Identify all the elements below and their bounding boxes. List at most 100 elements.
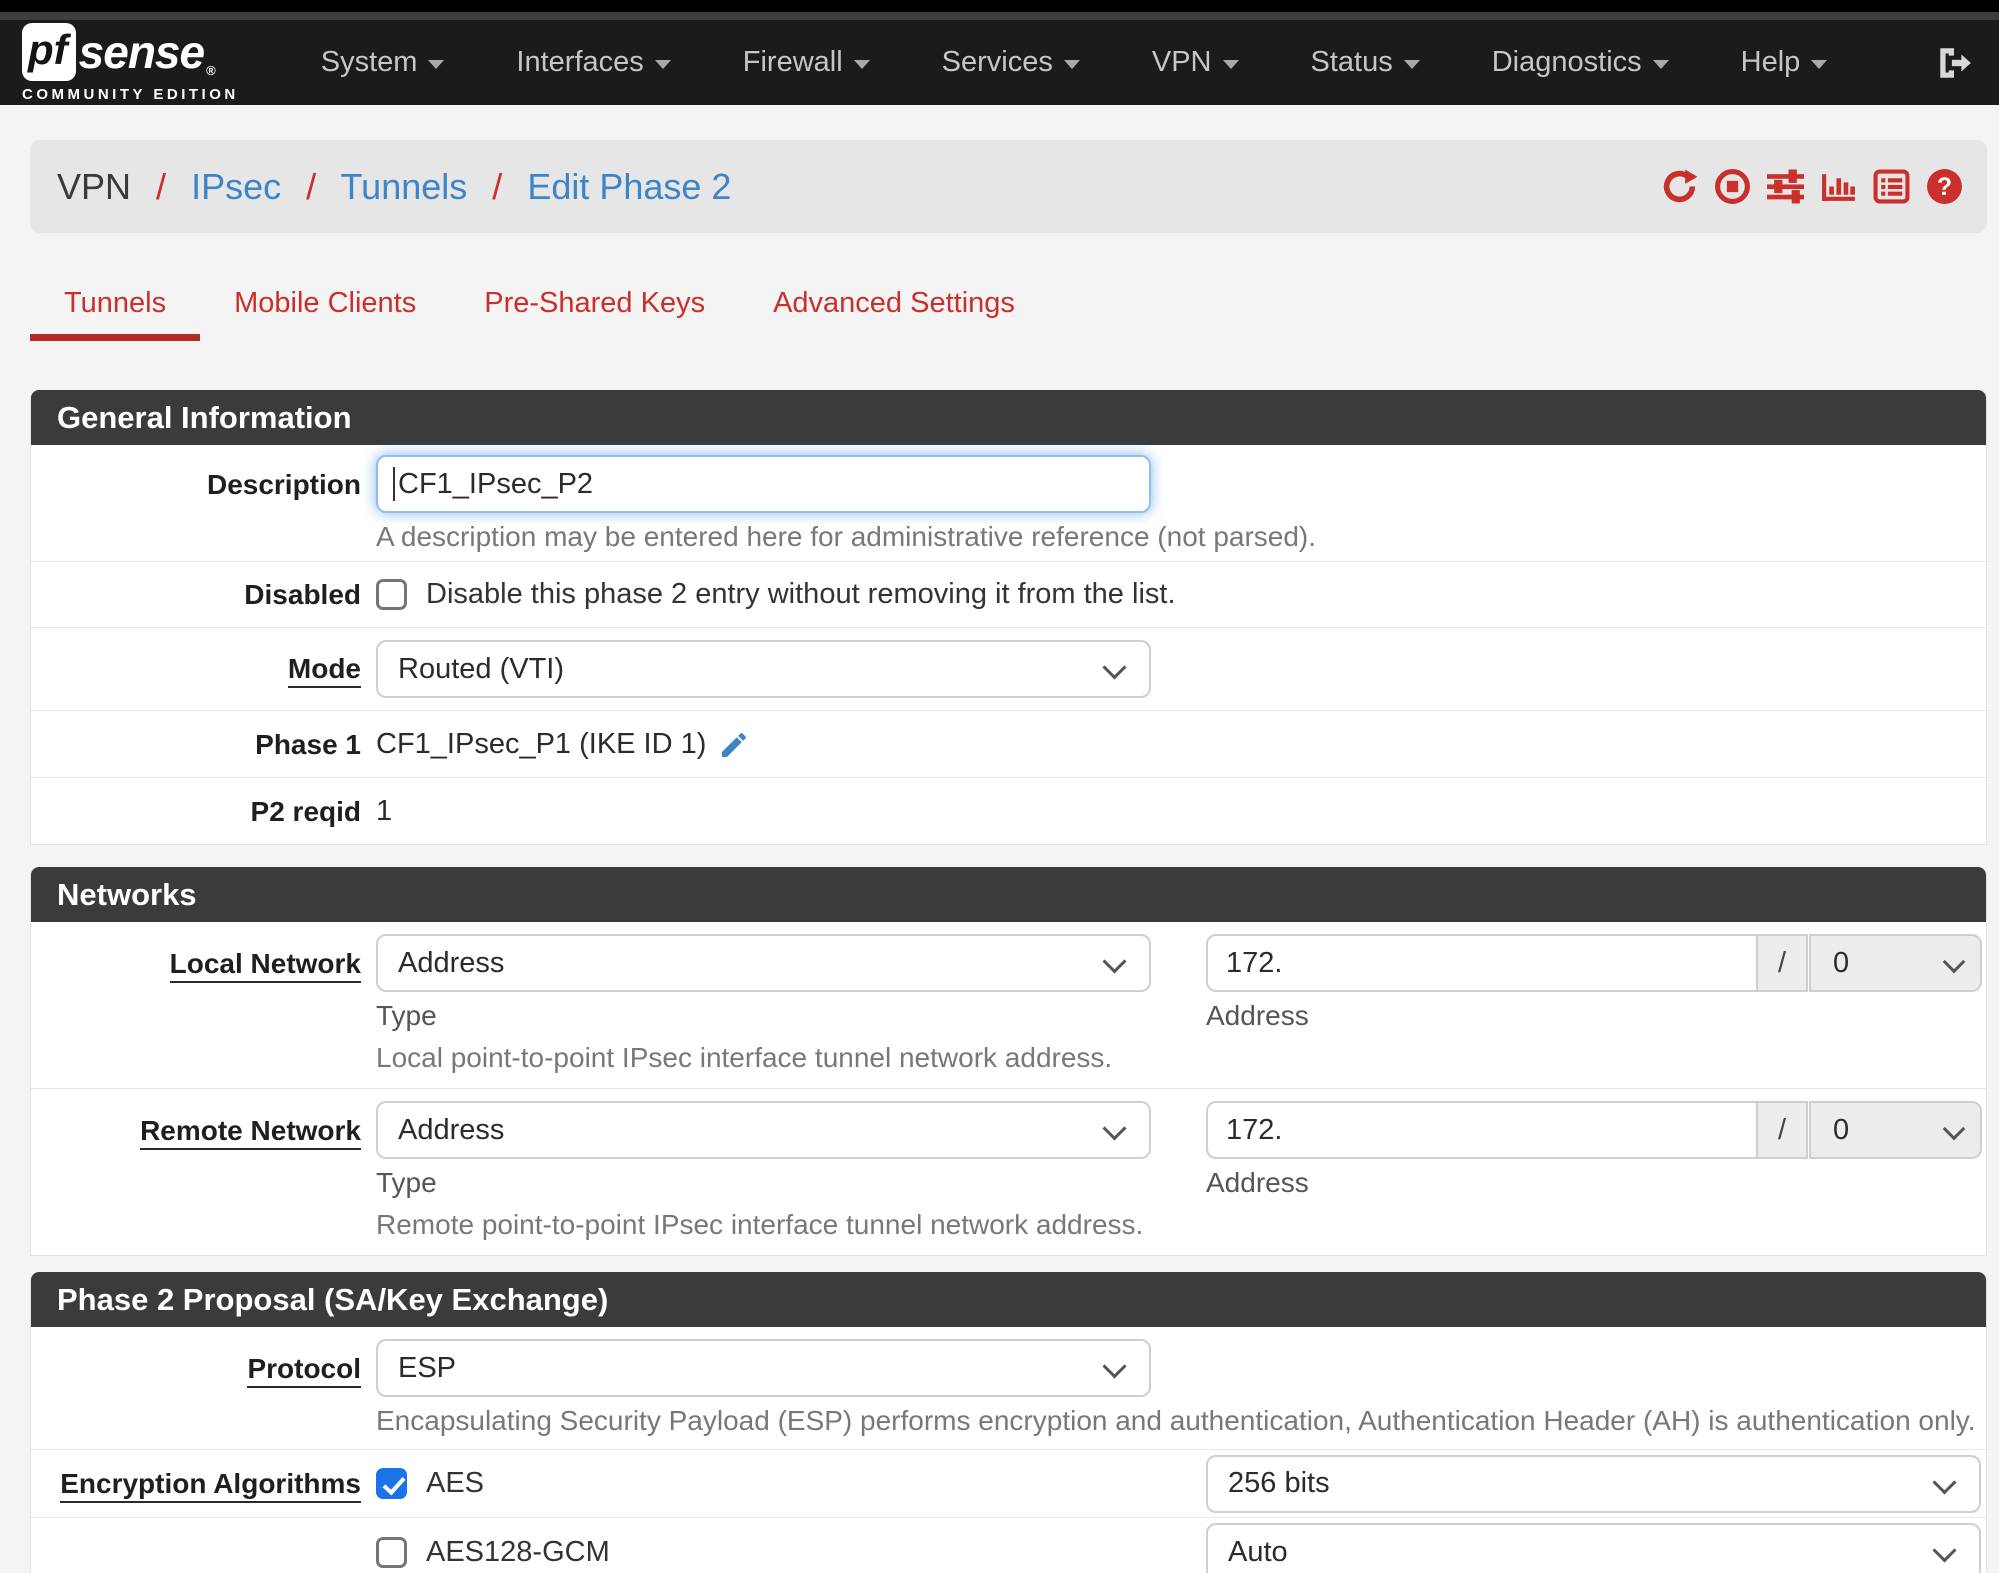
navbar-menu: System Interfaces Firewall Services VPN … <box>285 46 1935 79</box>
breadcrumb-edit-phase2-link[interactable]: Edit Phase 2 <box>527 166 731 207</box>
remote-network-type-caption: Type <box>376 1167 437 1198</box>
bar-chart-icon[interactable] <box>1820 168 1857 205</box>
nav-item-status[interactable]: Status <box>1275 46 1456 79</box>
description-row: Description A description may be entered… <box>31 445 1986 562</box>
tab-mobile-clients[interactable]: Mobile Clients <box>200 285 450 341</box>
refresh-icon[interactable] <box>1661 168 1698 205</box>
nav-item-interfaces[interactable]: Interfaces <box>480 46 706 79</box>
remote-network-address-caption: Address <box>1206 1167 1309 1198</box>
general-information-section: General Information Description A descri… <box>30 390 1987 845</box>
pfsense-page: pf sense ® COMMUNITY EDITION System Interf… <box>0 0 1999 1573</box>
breadcrumb-separator: / <box>156 165 167 207</box>
local-network-mask-select[interactable]: 0 <box>1809 934 1982 992</box>
disabled-checkbox[interactable] <box>376 579 407 610</box>
nav-item-services[interactable]: Services <box>906 46 1116 79</box>
mode-select[interactable]: Routed (VTI) <box>376 640 1151 698</box>
logout-button[interactable] <box>1935 44 1977 82</box>
remote-network-help: Remote point-to-point IPsec interface tu… <box>376 1209 1144 1240</box>
nav-item-firewall[interactable]: Firewall <box>707 46 906 79</box>
breadcrumb-bar: VPN / IPsec / Tunnels / Edit Phase 2 ? <box>30 140 1987 233</box>
local-network-row: Local Network Address Type / 0 Address <box>31 922 1986 1089</box>
list-icon[interactable] <box>1873 168 1910 205</box>
protocol-label: Protocol <box>31 1339 361 1443</box>
encryption-aes128gcm-row: AES128-GCM Auto <box>31 1518 1986 1573</box>
encryption-algorithms-label: Encryption Algorithms <box>31 1467 361 1503</box>
mode-row: Mode Routed (VTI) <box>31 628 1986 711</box>
edit-phase1-button[interactable] <box>718 729 750 761</box>
remote-network-label: Remote Network <box>31 1101 361 1249</box>
sliders-icon[interactable] <box>1767 168 1804 205</box>
disabled-label: Disabled <box>244 578 361 610</box>
tab-pre-shared-keys[interactable]: Pre-Shared Keys <box>450 285 739 341</box>
encryption-aes-row: Encryption Algorithms AES 256 bits <box>31 1450 1986 1518</box>
remote-network-mask-select[interactable]: 0 <box>1809 1101 1982 1159</box>
chevron-down-icon <box>1222 60 1239 69</box>
section-title: Phase 2 Proposal (SA/Key Exchange) <box>31 1272 1986 1327</box>
remote-network-row: Remote Network Address Type / 0 Address <box>31 1089 1986 1255</box>
window-top-edge <box>0 0 1999 12</box>
chevron-down-icon <box>1652 60 1669 69</box>
chevron-down-icon <box>654 60 671 69</box>
chevron-down-icon <box>428 60 445 69</box>
breadcrumb-separator: / <box>306 165 317 207</box>
description-label: Description <box>206 469 361 500</box>
svg-text:?: ? <box>1937 174 1952 201</box>
pfsense-logo[interactable]: pf sense ® COMMUNITY EDITION <box>22 22 239 103</box>
tab-tunnels[interactable]: Tunnels <box>30 285 201 341</box>
aes-checkbox-label: AES <box>426 1467 485 1499</box>
logo-pf-badge: pf <box>22 22 76 81</box>
logo-registered-mark: ® <box>206 62 216 78</box>
remote-network-type-select[interactable]: Address <box>376 1101 1151 1159</box>
phase2-proposal-section: Phase 2 Proposal (SA/Key Exchange) Proto… <box>30 1272 1987 1573</box>
disabled-checkbox-label: Disable this phase 2 entry without remov… <box>426 578 1176 610</box>
networks-section: Networks Local Network Address Type / 0 <box>30 867 1987 1256</box>
aes-key-length-select[interactable]: 256 bits <box>1206 1454 1981 1513</box>
section-title: General Information <box>31 390 1986 445</box>
phase1-label: Phase 1 <box>255 728 361 760</box>
protocol-select[interactable]: ESP <box>376 1339 1151 1397</box>
address-mask-separator: / <box>1758 934 1808 992</box>
phase1-row: Phase 1 CF1_IPsec_P1 (IKE ID 1) <box>31 711 1986 778</box>
protocol-help: Encapsulating Security Payload (ESP) per… <box>376 1405 1976 1436</box>
sign-out-icon <box>1940 47 1971 78</box>
breadcrumb-tunnels-link[interactable]: Tunnels <box>341 166 468 207</box>
remote-network-address-input[interactable] <box>1206 1101 1758 1159</box>
chevron-down-icon <box>853 60 870 69</box>
local-network-label: Local Network <box>31 934 361 1082</box>
breadcrumb-ipsec-link[interactable]: IPsec <box>191 166 281 207</box>
nav-item-system[interactable]: System <box>285 46 481 79</box>
aes128-gcm-key-length-select[interactable]: Auto <box>1206 1523 1981 1573</box>
top-navbar: pf sense ® COMMUNITY EDITION System Interf… <box>0 20 1999 105</box>
tab-advanced-settings[interactable]: Advanced Settings <box>739 285 1049 341</box>
mode-label: Mode <box>31 653 361 688</box>
logo-sense-text: sense <box>78 25 205 78</box>
local-network-address-input[interactable] <box>1206 934 1758 992</box>
description-help: A description may be entered here for ad… <box>376 521 1317 552</box>
local-network-type-select[interactable]: Address <box>376 934 1151 992</box>
local-network-help: Local point-to-point IPsec interface tun… <box>376 1042 1113 1073</box>
chevron-down-icon <box>1403 60 1420 69</box>
nav-item-diagnostics[interactable]: Diagnostics <box>1456 46 1705 79</box>
p2-reqid-row: P2 reqid 1 <box>31 778 1986 844</box>
page-action-icons: ? <box>1661 168 1963 205</box>
chevron-down-icon <box>1063 60 1080 69</box>
aes128-gcm-checkbox[interactable] <box>376 1536 407 1568</box>
stop-icon[interactable] <box>1714 168 1751 205</box>
logo-edition-text: COMMUNITY EDITION <box>22 85 239 103</box>
text-cursor <box>393 467 395 501</box>
nav-item-help[interactable]: Help <box>1705 46 1864 79</box>
breadcrumb-vpn: VPN <box>57 165 132 207</box>
window-chrome-strip <box>0 12 1999 20</box>
protocol-row: Protocol ESP Encapsulating Security Payl… <box>31 1327 1986 1450</box>
nav-item-vpn[interactable]: VPN <box>1116 46 1275 79</box>
pfsense-logo-text: pf sense ® <box>22 22 239 81</box>
chevron-down-icon <box>1811 60 1828 69</box>
section-title: Networks <box>31 867 1986 922</box>
description-input[interactable] <box>376 455 1151 513</box>
help-icon[interactable]: ? <box>1926 168 1963 205</box>
address-mask-separator: / <box>1758 1101 1808 1159</box>
p2-reqid-value: 1 <box>376 795 393 827</box>
pencil-icon <box>722 732 747 757</box>
disabled-row: Disabled Disable this phase 2 entry with… <box>31 562 1986 628</box>
aes-checkbox[interactable] <box>376 1468 407 1499</box>
